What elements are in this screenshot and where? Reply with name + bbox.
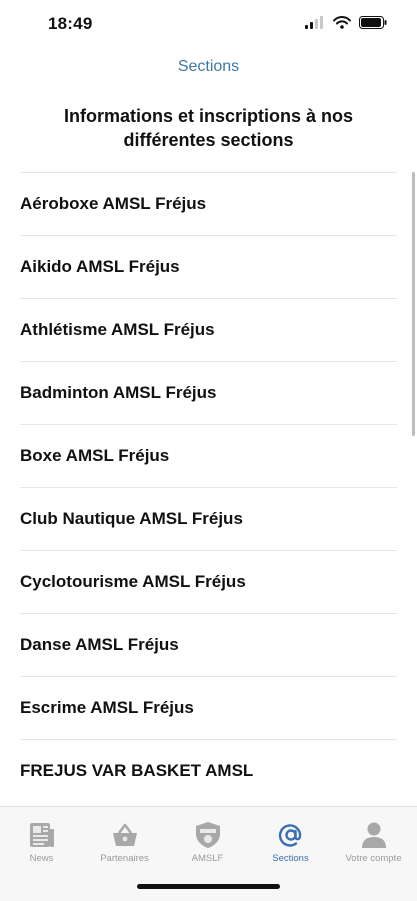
section-item-label: Cyclotourisme AMSL Fréjus: [20, 571, 246, 591]
section-item-label: FREJUS VAR BASKET AMSL: [20, 760, 254, 780]
tab-label: Votre compte: [345, 853, 402, 864]
section-item-label: Athlétisme AMSL Fréjus: [20, 319, 215, 339]
section-item-escrime[interactable]: Escrime AMSL Fréjus: [0, 676, 417, 739]
home-indicator[interactable]: [137, 884, 280, 889]
section-item-club-nautique[interactable]: Club Nautique AMSL Fréjus: [0, 487, 417, 550]
status-bar: 18:49: [0, 0, 417, 50]
shield-icon: [166, 821, 249, 849]
section-item-boxe[interactable]: Boxe AMSL Fréjus: [0, 424, 417, 487]
tab-votre-compte[interactable]: Votre compte: [332, 821, 415, 864]
section-item-aeroboxe[interactable]: Aéroboxe AMSL Fréjus: [0, 172, 417, 235]
scrollbar[interactable]: [412, 172, 415, 436]
cellular-signal-icon: [305, 16, 325, 34]
tab-label: Partenaires: [100, 853, 149, 864]
section-item-label: Aéroboxe AMSL Fréjus: [20, 193, 207, 213]
page-heading: Informations et inscriptions à nos diffé…: [63, 106, 354, 150]
tab-label: News: [29, 853, 54, 864]
tab-partenaires[interactable]: Partenaires: [83, 821, 166, 864]
section-item-label: Aikido AMSL Fréjus: [20, 256, 180, 276]
tab-label: AMSLF: [191, 853, 224, 864]
section-item-danse[interactable]: Danse AMSL Fréjus: [0, 613, 417, 676]
tab-amslf[interactable]: AMSLF: [166, 821, 249, 864]
section-item-label: Club Nautique AMSL Fréjus: [20, 508, 243, 528]
wifi-icon: [333, 16, 351, 34]
section-item-label: Danse AMSL Fréjus: [20, 634, 179, 654]
tab-news[interactable]: News: [0, 821, 83, 864]
section-item-badminton[interactable]: Badminton AMSL Fréjus: [0, 361, 417, 424]
section-item-label: Badminton AMSL Fréjus: [20, 382, 217, 402]
section-item-athletisme[interactable]: Athlétisme AMSL Fréjus: [0, 298, 417, 361]
section-item-frejus-var-basket[interactable]: FREJUS VAR BASKET AMSL: [0, 739, 417, 802]
section-item-aikido[interactable]: Aikido AMSL Fréjus: [0, 235, 417, 298]
basket-icon: [83, 821, 166, 849]
nav-title: Sections: [177, 58, 240, 75]
status-icons: [305, 16, 387, 34]
person-icon: [332, 821, 415, 849]
battery-icon: [359, 16, 387, 34]
section-item-label: Escrime AMSL Fréjus: [20, 697, 194, 717]
tab-sections[interactable]: Sections: [249, 821, 332, 864]
section-item-label: Boxe AMSL Fréjus: [20, 445, 170, 465]
tab-label: Sections: [272, 853, 309, 864]
section-item-cyclotourisme[interactable]: Cyclotourisme AMSL Fréjus: [0, 550, 417, 613]
newspaper-icon: [0, 821, 83, 849]
sections-list: Aéroboxe AMSL Fréjus Aikido AMSL Fréjus …: [0, 172, 417, 802]
at-sign-icon: [249, 821, 332, 849]
status-time: 18:49: [48, 14, 93, 33]
